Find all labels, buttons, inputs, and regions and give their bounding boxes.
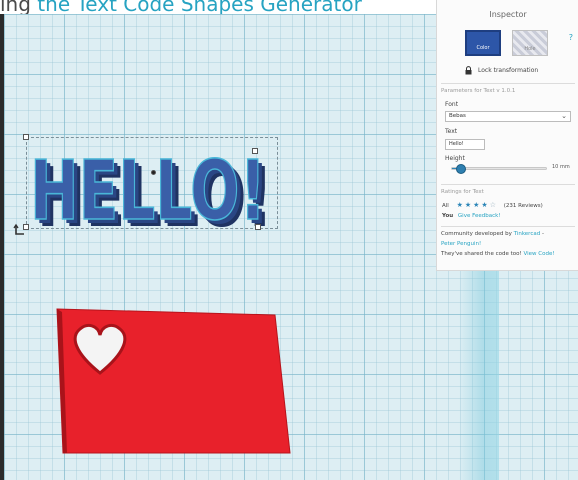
lock-transformation-toggle[interactable]: Lock transformation — [465, 66, 538, 75]
ratings-all-label: All — [442, 203, 449, 209]
font-select-value: Bebas — [449, 113, 466, 119]
shared-row: They've shared the code too! View Code! — [441, 251, 555, 257]
tinkercad-link[interactable]: Tinkercad — [514, 231, 541, 237]
rotate-icon[interactable] — [13, 223, 27, 241]
color-swatch-label: Color — [476, 45, 490, 51]
shared-text: They've shared the code too! — [441, 251, 522, 257]
author-row: Peter Penguin! — [441, 241, 481, 247]
view-code-link[interactable]: View Code! — [524, 251, 555, 257]
star-icon: ★ — [481, 201, 488, 209]
inspector-panel: Inspector ? Color Hole Lock transformati… — [436, 0, 578, 271]
divider — [441, 226, 575, 227]
hole-swatch-button[interactable]: Hole — [512, 30, 548, 56]
height-handle[interactable] — [151, 170, 156, 175]
height-label: Height — [445, 155, 465, 162]
red-box-with-heart — [56, 308, 291, 454]
resize-handle-bottom-right[interactable] — [255, 224, 261, 230]
height-slider-knob[interactable] — [456, 164, 467, 174]
star-icon: ★ — [473, 201, 480, 209]
text-label: Text — [445, 128, 458, 135]
resize-handle-top-left[interactable] — [23, 134, 29, 140]
font-select[interactable]: Bebas ⌄ — [445, 111, 571, 122]
params-heading: Parameters for Text v 1.0.1 — [441, 88, 516, 94]
ratings-you-label: You — [442, 213, 454, 219]
font-label: Font — [445, 101, 459, 108]
inspector-title: Inspector — [489, 10, 527, 19]
divider — [441, 184, 575, 185]
red-box-shape[interactable] — [55, 307, 295, 461]
ratings-you-row: You Give Feedback! — [442, 213, 501, 219]
lock-transformation-label: Lock transformation — [478, 67, 539, 74]
chevron-down-icon: ⌄ — [561, 112, 567, 120]
divider — [441, 83, 575, 84]
caption-text: ing the Text Code Shapes Generator — [0, 0, 362, 14]
star-icon: ☆ — [489, 201, 496, 209]
hello-text-shape[interactable]: HELLO! HELLO! HELLO! — [13, 125, 290, 246]
give-feedback-link[interactable]: Give Feedback! — [458, 213, 501, 219]
lock-icon — [465, 66, 472, 75]
ratings-heading: Ratings for Text — [441, 189, 484, 195]
author-link[interactable]: Peter Penguin! — [441, 241, 481, 247]
hole-swatch-label: Hole — [524, 46, 536, 52]
resize-handle-top-right[interactable] — [252, 148, 258, 154]
help-icon[interactable]: ? — [569, 33, 573, 42]
star-icon: ★ — [456, 201, 463, 209]
ratings-all-row: All ★ ★ ★ ★ ☆ (231 Reviews) — [442, 201, 543, 209]
star-icon: ★ — [464, 201, 472, 209]
color-swatch-button[interactable]: Color — [465, 30, 501, 56]
ratings-stars: ★ ★ ★ ★ ☆ — [456, 201, 498, 209]
height-slider[interactable] — [451, 164, 547, 174]
ratings-reviews: (231 Reviews) — [503, 203, 543, 209]
text-input[interactable]: Hello! — [445, 139, 485, 150]
community-row: Community developed by Tinkercad - — [441, 231, 544, 237]
selection-box — [26, 137, 278, 229]
height-value: 10 mm — [552, 164, 570, 170]
community-prefix: Community developed by — [441, 231, 512, 237]
